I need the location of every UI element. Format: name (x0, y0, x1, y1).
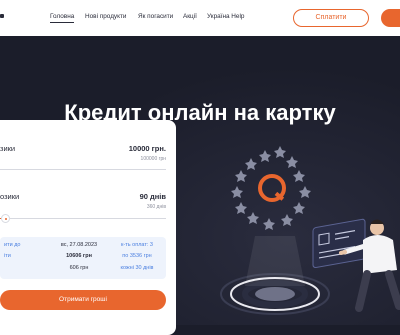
term-max: 360 днів (146, 204, 166, 210)
nav-ukraine-help[interactable]: Україна Help (207, 13, 244, 20)
loan-summary: ити до іти вс, 27.08.2023 10606 грн 606 … (0, 237, 166, 279)
term-slider[interactable] (0, 214, 166, 223)
account-button[interactable] (381, 9, 400, 27)
amount-slider[interactable] (0, 169, 166, 170)
site-header: Головна Нові продукти Як погасити Акції … (0, 0, 400, 36)
logo[interactable] (0, 14, 4, 18)
summary-total-amount: 10606 грн (66, 253, 92, 259)
hero-illustration (220, 146, 400, 315)
amount-max: 100000 грн (140, 156, 166, 162)
nav-promotions[interactable]: Акції (183, 13, 197, 20)
pay-button[interactable]: Сплатити (293, 9, 369, 27)
summary-payment-amount: по 3536 грн (122, 253, 152, 259)
loan-calculator-card: зики 10000 грн. 100000 грн озики 90 днів… (0, 120, 176, 335)
summary-total-label: іти (4, 253, 11, 259)
term-label: озики (0, 192, 20, 201)
summary-due-label: ити до (4, 242, 21, 248)
summary-payment-interval: кожні 30 днів (120, 265, 154, 271)
term-value: 90 днів (139, 192, 166, 201)
amount-label: зики (0, 144, 16, 153)
term-slider-thumb[interactable] (1, 214, 10, 223)
nav-how-to-repay[interactable]: Як погасити (138, 13, 173, 20)
summary-due-date: вс, 27.08.2023 (60, 242, 98, 248)
summary-fee: 606 грн (69, 265, 89, 271)
nav-new-products[interactable]: Нові продукти (85, 13, 126, 20)
amount-value: 10000 грн. (128, 144, 166, 153)
get-money-button[interactable]: Отримати гроші (0, 290, 166, 310)
summary-payments-count: к-ть оплат: 3 (121, 242, 153, 248)
nav-home[interactable]: Головна (50, 13, 75, 23)
